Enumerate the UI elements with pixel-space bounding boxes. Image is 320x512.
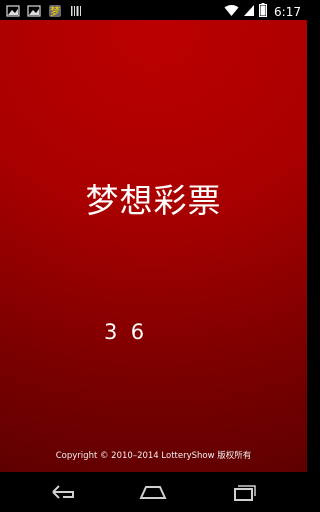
splash-screen: 梦想彩票 3 6 Copyright © 2010–2014 LotterySh… <box>0 20 307 472</box>
back-icon[interactable] <box>48 482 78 502</box>
app-notification-icon: 梦 <box>48 3 62 18</box>
image-icon <box>27 3 41 17</box>
wifi-icon <box>224 2 239 21</box>
app-title: 梦想彩票 <box>85 181 222 220</box>
copyright-text: Copyright © 2010–2014 LotteryShow 版权所有 <box>55 451 252 461</box>
barcode-icon <box>69 3 83 17</box>
recent-apps-icon[interactable] <box>229 482 259 502</box>
notification-icons: 梦 <box>6 3 83 18</box>
clock-time: 6:17 <box>274 4 301 19</box>
navigation-bar <box>0 472 307 512</box>
status-bar: 梦 6:17 <box>0 0 307 20</box>
image-icon <box>6 3 20 17</box>
system-icons: 6:17 <box>224 2 301 21</box>
home-icon[interactable] <box>138 482 168 502</box>
battery-icon <box>259 2 268 21</box>
signal-icon <box>243 2 255 21</box>
version-text: 3 6 <box>104 320 145 344</box>
svg-text:梦: 梦 <box>50 6 60 18</box>
